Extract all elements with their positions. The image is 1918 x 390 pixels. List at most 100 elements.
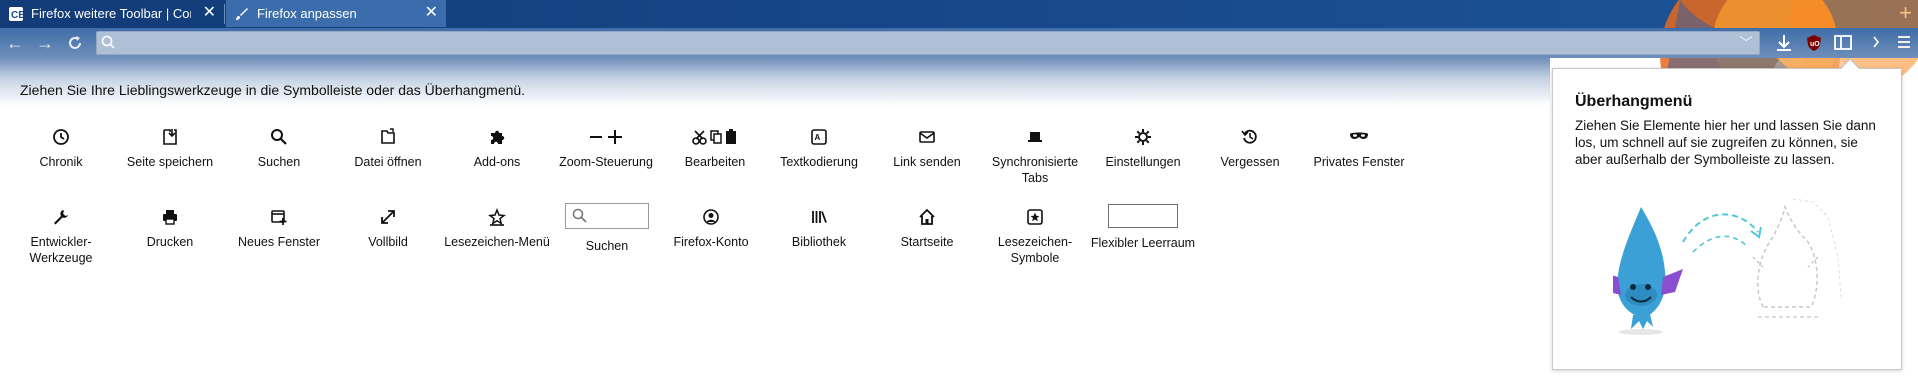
palette-item-label: Textkodierung [780, 155, 858, 169]
search-box-preview [565, 203, 649, 229]
close-tab-icon[interactable]: ✕ [425, 5, 438, 21]
palette-item-label: Seite speichern [126, 155, 214, 169]
panel-arrow-fill [1841, 60, 1859, 69]
reload-icon [69, 36, 81, 49]
account-icon [703, 209, 719, 225]
palette-item-label: Privates Fenster [1313, 155, 1405, 169]
library-icon [812, 211, 827, 223]
search-icon [101, 35, 115, 49]
palette-item-label: Bearbeiten [684, 155, 746, 169]
palette-item-edit-controls[interactable]: Bearbeiten [660, 128, 770, 170]
tab-title: Firefox weitere Toolbar | Compu [31, 6, 191, 21]
back-button[interactable]: ← [4, 32, 26, 54]
new-tab-button[interactable]: + [1899, 2, 1912, 24]
chevron-down-icon[interactable]: ﹀ [1739, 33, 1753, 53]
ublock-origin-icon[interactable]: uO [1805, 34, 1823, 52]
svg-text:CB: CB [11, 10, 23, 21]
home-icon [919, 208, 935, 225]
overflow-panel-title: Überhangmenü [1575, 93, 1693, 110]
palette-item-private-window[interactable]: Privates Fenster [1303, 128, 1415, 170]
palette-item-label: Neues Fenster [238, 235, 320, 249]
bookmarks-toolbar-icon [1027, 209, 1043, 225]
mask-icon [1350, 132, 1368, 139]
tab-strip: CB Firefox weitere Toolbar | Compu ✕ Fir… [0, 0, 1918, 28]
palette-item-label: Lesezeichen-Symbole [997, 235, 1073, 265]
bookmarks-menu-icon [488, 208, 506, 226]
tab-firefox-anpassen[interactable]: Firefox anpassen ✕ [226, 0, 446, 27]
zoom-controls-icon [590, 130, 622, 144]
palette-item-library[interactable]: Bibliothek [764, 208, 874, 250]
magnifier-icon [271, 129, 287, 145]
palette-item-label: Link senden [893, 155, 961, 169]
gear-icon [1135, 129, 1151, 145]
palette-item-forget[interactable]: Vergessen [1195, 128, 1305, 170]
tab-title: Firefox anpassen [257, 6, 357, 21]
text-encoding-icon: A [811, 129, 827, 145]
palette-item-save-page[interactable]: Seite speichern [115, 128, 225, 170]
palette-item-search-box[interactable]: Suchen [552, 203, 662, 254]
paintbrush-icon [236, 7, 248, 20]
reload-button[interactable] [64, 32, 86, 54]
palette-item-label: Synchronisierte Tabs [991, 155, 1079, 185]
flexible-space-preview [1108, 204, 1178, 228]
fullscreen-icon [381, 210, 395, 224]
palette-item-fullscreen[interactable]: Vollbild [333, 208, 443, 250]
search-icon [572, 208, 587, 223]
palette-item-addons[interactable]: Add-ons [442, 128, 552, 170]
palette-item-new-window[interactable]: Neues Fenster [224, 208, 334, 250]
forget-icon [1241, 129, 1257, 144]
palette-item-label: Suchen [257, 155, 301, 169]
new-window-icon [271, 210, 287, 225]
hamburger-menu-icon[interactable] [1896, 34, 1912, 50]
envelope-icon [919, 131, 935, 143]
palette-item-bookmarks-toolbar[interactable]: Lesezeichen-Symbole [980, 208, 1090, 266]
palette-item-label: Datei öffnen [354, 155, 422, 169]
palette-item-print[interactable]: Drucken [115, 208, 225, 250]
palette-item-zoom-controls[interactable]: Zoom-Steuerung [551, 128, 661, 170]
forward-button[interactable]: → [34, 32, 56, 54]
customize-instruction: Ziehen Sie Ihre Lieblingswerkzeuge in di… [20, 82, 526, 98]
overflow-panel-description: Ziehen Sie Elemente hier her und lassen … [1575, 118, 1876, 167]
palette-item-developer-tools[interactable]: Entwickler-Werkzeuge [6, 208, 116, 266]
tab-separator [224, 4, 225, 24]
tab-firefox-toolbar[interactable]: CB Firefox weitere Toolbar | Compu ✕ [0, 0, 224, 27]
palette-item-label: Vollbild [368, 235, 408, 249]
clock-icon [53, 129, 69, 145]
palette-item-bookmarks-menu[interactable]: Lesezeichen-Menü [442, 208, 552, 250]
palette-item-label: Chronik [39, 155, 83, 169]
palette-item-label: Add-ons [473, 155, 521, 169]
svg-text:A: A [815, 133, 821, 142]
svg-text:uO: uO [1810, 41, 1820, 48]
palette-item-email-link[interactable]: Link senden [872, 128, 982, 170]
palette-item-firefox-account[interactable]: Firefox-Konto [656, 208, 766, 250]
palette-item-flexible-space[interactable]: Flexibler Leerraum [1088, 204, 1198, 251]
close-tab-icon[interactable]: ✕ [203, 5, 216, 21]
palette-item-preferences[interactable]: Einstellungen [1088, 128, 1198, 170]
wrench-icon [54, 210, 68, 225]
puzzle-icon [491, 130, 505, 144]
overflow-chevron-icon[interactable] [1872, 33, 1882, 51]
palette-item-label: Entwickler-Werkzeuge [29, 235, 93, 265]
palette-item-open-file[interactable]: Datei öffnen [333, 128, 443, 170]
open-file-icon [381, 128, 395, 144]
edit-controls-icon [692, 129, 736, 145]
overflow-panel[interactable]: Überhangmenü Ziehen Sie Elemente hier he… [1552, 68, 1902, 370]
palette-item-label: Lesezeichen-Menü [444, 235, 550, 249]
download-icon[interactable] [1775, 34, 1793, 52]
palette-item-label: Startseite [900, 235, 954, 249]
palette-item-label: Vergessen [1220, 155, 1280, 169]
palette-item-search[interactable]: Suchen [224, 128, 334, 170]
palette-item-label: Zoom-Steuerung [559, 155, 653, 169]
palette-item-history[interactable]: Chronik [6, 128, 116, 170]
palette-item-label: Drucken [146, 235, 194, 249]
dragon-illustration-icon [1613, 198, 1842, 335]
printer-icon [163, 210, 177, 225]
palette-item-text-encoding[interactable]: A Textkodierung [764, 128, 874, 170]
palette-item-label: Einstellungen [1105, 155, 1181, 169]
palette-item-synced-tabs[interactable]: Synchronisierte Tabs [980, 128, 1090, 186]
palette-item-home[interactable]: Startseite [872, 208, 982, 250]
palette-item-label: Flexibler Leerraum [1090, 236, 1196, 250]
address-bar[interactable]: ﹀ [96, 31, 1760, 55]
url-input[interactable] [119, 33, 1723, 53]
sidebar-icon[interactable] [1834, 33, 1852, 51]
